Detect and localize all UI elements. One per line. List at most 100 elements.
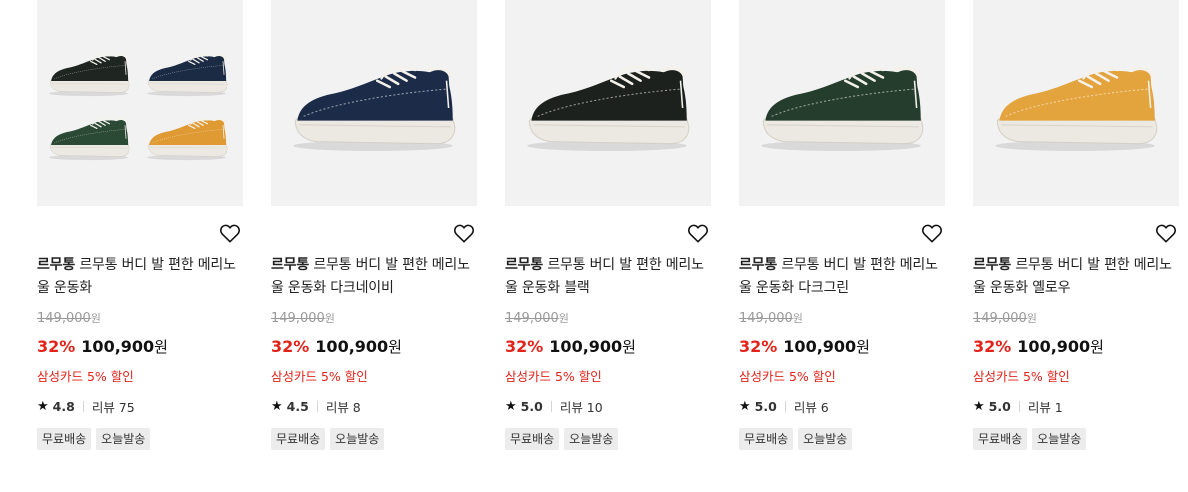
- original-price-unit: 원: [558, 312, 569, 325]
- tag-list: 무료배송 오늘발송: [973, 428, 1087, 450]
- rating-score: 4.5: [286, 399, 309, 414]
- rating: ★ 5.0 리뷰 6: [739, 397, 829, 416]
- product-image[interactable]: [271, 0, 477, 206]
- product-title[interactable]: 르무통 르무통 버디 발 편한 메리노울 운동화: [37, 254, 243, 300]
- tag-list: 무료배송 오늘발송: [505, 428, 619, 450]
- discount-rate: 32%: [37, 337, 76, 356]
- product-image[interactable]: [505, 0, 711, 206]
- divider: [316, 401, 318, 412]
- divider: [784, 401, 786, 412]
- original-price: 149,000원: [37, 310, 101, 326]
- tag-list: 무료배송 오늘발송: [271, 428, 385, 450]
- tag-today-shipping: 오늘발송: [798, 428, 853, 450]
- original-price-value: 149,000: [739, 311, 793, 326]
- product-image[interactable]: [973, 0, 1179, 206]
- heart-icon[interactable]: [685, 220, 711, 246]
- review-count: 리뷰 8: [325, 400, 361, 415]
- brand-name: 르무통: [37, 257, 76, 273]
- heart-icon[interactable]: [451, 220, 477, 246]
- original-price-value: 149,000: [973, 311, 1027, 326]
- original-price-value: 149,000: [37, 311, 91, 326]
- review-count: 리뷰 1: [1027, 400, 1063, 415]
- divider: [1018, 401, 1020, 412]
- sale-price: 32% 100,900원: [973, 336, 1104, 357]
- sale-price: 32% 100,900원: [37, 336, 168, 357]
- heart-icon[interactable]: [1153, 220, 1179, 246]
- star-icon: ★: [37, 399, 49, 414]
- product-title[interactable]: 르무통 르무통 버디 발 편한 메리노울 운동화 다크그린: [739, 254, 945, 300]
- sneaker-illustration: [527, 66, 690, 152]
- product-card[interactable]: 르무통 르무통 버디 발 편한 메리노울 운동화 다크네이비 149,000원 …: [271, 0, 477, 450]
- product-card[interactable]: 르무통 르무통 버디 발 편한 메리노울 운동화 옐로우 149,000원 32…: [973, 0, 1179, 450]
- tag-today-shipping: 오늘발송: [330, 428, 385, 450]
- rating-score: 4.8: [52, 399, 75, 414]
- price-unit: 원: [856, 338, 870, 356]
- tag-today-shipping: 오늘발송: [564, 428, 619, 450]
- card-promo: 삼성카드 5% 할인: [505, 369, 602, 384]
- product-card[interactable]: 르무통 르무통 버디 발 편한 메리노울 운동화 149,000원 32% 100…: [37, 0, 243, 450]
- review-count: 리뷰 75: [91, 400, 135, 415]
- original-price-value: 149,000: [505, 311, 559, 326]
- star-icon: ★: [271, 399, 283, 414]
- divider: [82, 401, 84, 412]
- original-price-unit: 원: [324, 312, 335, 325]
- price-unit: 원: [622, 338, 636, 356]
- product-title[interactable]: 르무통 르무통 버디 발 편한 메리노울 운동화 다크네이비: [271, 254, 477, 300]
- review-count: 리뷰 10: [559, 400, 603, 415]
- tag-list: 무료배송 오늘발송: [37, 428, 151, 450]
- sneaker-illustration: [293, 66, 456, 152]
- card-promo: 삼성카드 5% 할인: [37, 369, 134, 384]
- sneaker-illustration: [49, 54, 228, 161]
- review-count: 리뷰 6: [793, 400, 829, 415]
- card-promo: 삼성카드 5% 할인: [739, 369, 836, 384]
- rating-score: 5.0: [754, 399, 777, 414]
- product-card[interactable]: 르무통 르무통 버디 발 편한 메리노울 운동화 블랙 149,000원 32%…: [505, 0, 711, 450]
- tag-free-shipping: 무료배송: [271, 428, 326, 450]
- product-title[interactable]: 르무통 르무통 버디 발 편한 메리노울 운동화 블랙: [505, 254, 711, 300]
- price-value: 100,900: [549, 337, 623, 356]
- tag-today-shipping: 오늘발송: [1032, 428, 1087, 450]
- original-price: 149,000원: [271, 310, 335, 326]
- original-price-unit: 원: [792, 312, 803, 325]
- sneaker-illustration: [995, 66, 1158, 152]
- original-price: 149,000원: [739, 310, 803, 326]
- tag-free-shipping: 무료배송: [37, 428, 92, 450]
- product-image[interactable]: [37, 0, 243, 206]
- discount-rate: 32%: [973, 337, 1012, 356]
- card-promo: 삼성카드 5% 할인: [271, 369, 368, 384]
- discount-rate: 32%: [505, 337, 544, 356]
- brand-name: 르무통: [271, 257, 310, 273]
- heart-icon[interactable]: [217, 220, 243, 246]
- sneaker-illustration: [761, 66, 924, 152]
- product-card[interactable]: 르무통 르무통 버디 발 편한 메리노울 운동화 다크그린 149,000원 3…: [739, 0, 945, 450]
- discount-rate: 32%: [271, 337, 310, 356]
- tag-free-shipping: 무료배송: [505, 428, 560, 450]
- price-unit: 원: [388, 338, 402, 356]
- divider: [550, 401, 552, 412]
- card-promo: 삼성카드 5% 할인: [973, 369, 1070, 384]
- brand-name: 르무통: [739, 257, 778, 273]
- tag-list: 무료배송 오늘발송: [739, 428, 853, 450]
- heart-icon[interactable]: [919, 220, 945, 246]
- price-unit: 원: [154, 338, 168, 356]
- tag-today-shipping: 오늘발송: [96, 428, 151, 450]
- original-price: 149,000원: [973, 310, 1037, 326]
- rating: ★ 5.0 리뷰 10: [505, 397, 603, 416]
- sale-price: 32% 100,900원: [739, 336, 870, 357]
- brand-name: 르무통: [973, 257, 1012, 273]
- rating: ★ 4.8 리뷰 75: [37, 397, 135, 416]
- rating: ★ 5.0 리뷰 1: [973, 397, 1063, 416]
- price-value: 100,900: [1017, 337, 1091, 356]
- price-value: 100,900: [783, 337, 857, 356]
- tag-free-shipping: 무료배송: [739, 428, 794, 450]
- brand-name: 르무통: [505, 257, 544, 273]
- original-price: 149,000원: [505, 310, 569, 326]
- sale-price: 32% 100,900원: [271, 336, 402, 357]
- price-unit: 원: [1090, 338, 1104, 356]
- rating: ★ 4.5 리뷰 8: [271, 397, 361, 416]
- discount-rate: 32%: [739, 337, 778, 356]
- product-title[interactable]: 르무통 르무통 버디 발 편한 메리노울 운동화 옐로우: [973, 254, 1179, 300]
- product-grid: 르무통 르무통 버디 발 편한 메리노울 운동화 149,000원 32% 100…: [0, 0, 1188, 492]
- product-image[interactable]: [739, 0, 945, 206]
- star-icon: ★: [739, 399, 751, 414]
